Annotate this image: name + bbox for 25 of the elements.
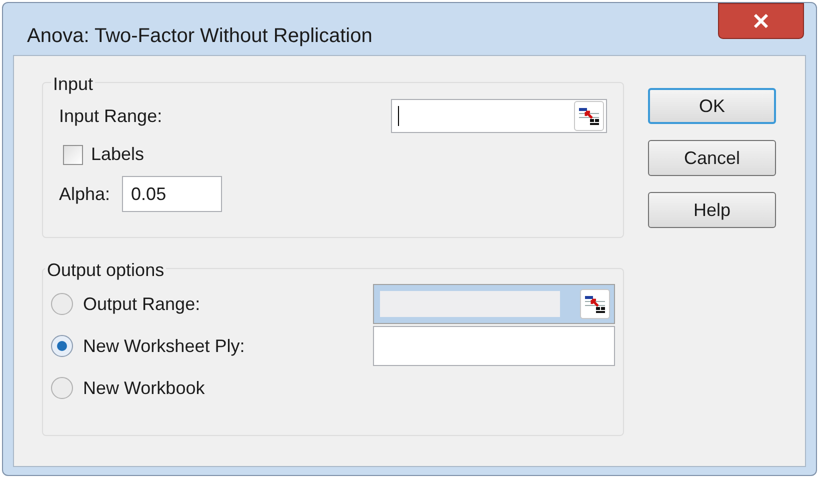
range-select-icon	[584, 294, 606, 314]
input-range-label: Input Range:	[59, 104, 162, 128]
close-button[interactable]	[718, 3, 804, 39]
radio-button[interactable]	[51, 293, 73, 315]
option-label: New Workbook	[83, 376, 205, 400]
range-select-button[interactable]	[574, 101, 604, 131]
radio-button[interactable]	[51, 377, 73, 399]
close-icon	[753, 14, 769, 28]
dialog-button[interactable]: OK	[648, 88, 776, 124]
output-range-field[interactable]	[373, 284, 615, 324]
dialog-button[interactable]: Help	[648, 192, 776, 228]
option-label: New Worksheet Ply:	[83, 334, 245, 358]
text-cursor	[398, 106, 399, 126]
labels-checkbox[interactable]	[63, 144, 83, 164]
labels-label: Labels	[91, 143, 144, 166]
input-range-field[interactable]	[391, 99, 607, 133]
option-label: Output Range:	[83, 292, 200, 316]
alpha-label: Alpha:	[59, 182, 110, 206]
dialog-button[interactable]: Cancel	[648, 140, 776, 176]
radio-button[interactable]	[51, 335, 73, 357]
range-select-button[interactable]	[580, 289, 610, 319]
alpha-field[interactable]: 0.05	[122, 176, 222, 212]
worksheet-name-field[interactable]	[373, 326, 615, 366]
range-select-icon	[578, 106, 600, 126]
window-title: Anova: Two-Factor Without Replication	[27, 24, 372, 49]
